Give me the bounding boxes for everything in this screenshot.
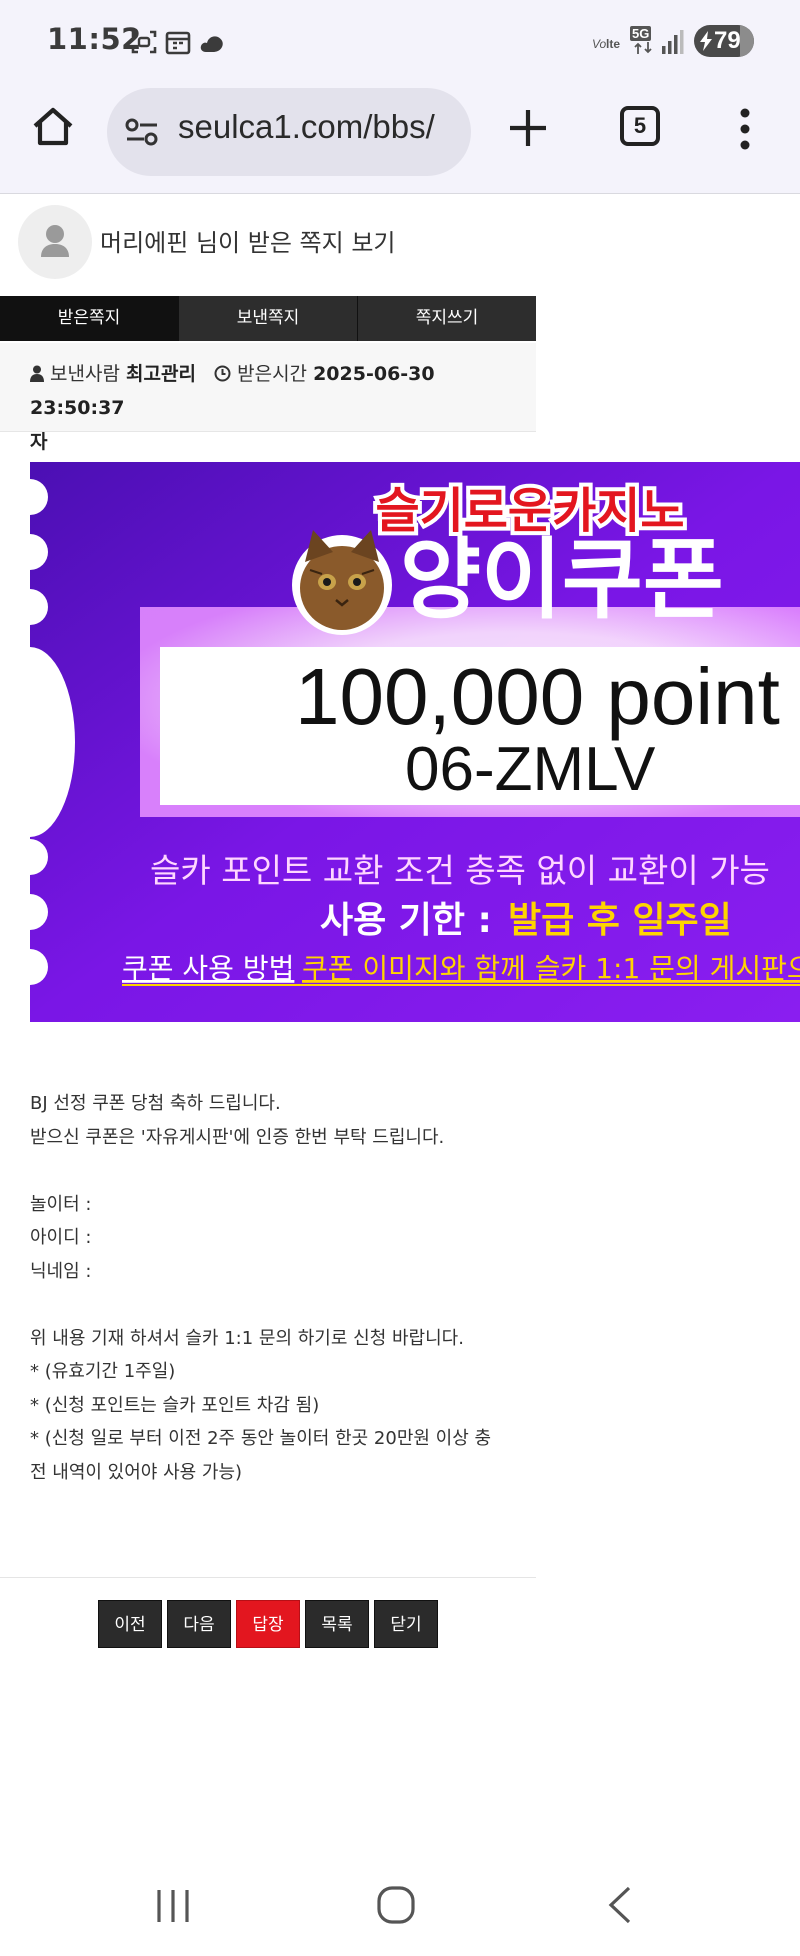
coupon-expiry-value: 발급 후 일주일 [508,900,732,941]
network-type: 5G [630,26,654,56]
volte-label: Vo [592,37,607,51]
battery-level: 79 [714,27,741,54]
sender-label: 보낸사람 [50,363,120,385]
signal-icon [662,30,684,54]
avatar [18,205,92,279]
home-icon[interactable] [30,104,76,150]
coupon-usage-label: 쿠폰 사용 방법 [122,952,294,985]
message-line: 받으신 쿠폰은 '자유게시판'에 인증 한번 부탁 드립니다. [30,1126,445,1148]
user-avatar-icon [41,225,69,257]
coupon-code: 06-ZMLV [405,735,656,804]
site-settings-icon[interactable] [125,118,159,146]
tab-switcher-icon[interactable]: 5 [620,106,660,146]
battery-charging-icon: 79 [694,25,754,57]
recent-apps-icon[interactable] [153,1886,193,1926]
message-line: BJ 선정 쿠폰 당첨 축하 드립니다. [30,1093,281,1114]
message-line: 닉네임 : [30,1260,92,1282]
status-bar: 11:52 Vo lte 5G 79 [0,0,800,84]
browser-toolbar: seulca1.com/bbs/ 5 [0,84,800,194]
message-line: 전 내역이 있어야 사용 가능) [30,1461,243,1483]
coupon-usage-value: 쿠폰 이미지와 함께 슬카 1:1 문의 게시판으로 [302,952,800,985]
message-line: 놀이터 : [30,1193,92,1215]
coupon-expiry-label: 사용 기한 : [320,900,492,941]
next-button[interactable]: 다음 [167,1600,231,1648]
message-line: 아이디 : [30,1227,92,1248]
more-menu-icon[interactable] [735,104,755,154]
message-line: * (신청 포인트는 슬카 포인트 차감 됨) [30,1394,320,1416]
tab-received[interactable]: 받은쪽지 [0,296,179,341]
volte-icon: Vo lte [592,37,620,51]
page-title: 머리에핀 님이 받은 쪽지 보기 [100,229,396,257]
back-chevron-icon[interactable] [605,1884,635,1926]
address-bar[interactable]: seulca1.com/bbs/ [107,88,471,176]
memo-meta: 보낸사람 최고관리 받은시간 2025-06-30 23:50:37 자 [0,343,536,453]
coupon-line1: 슬카 포인트 교환 조건 충족 없이 교환이 가능 [150,851,770,890]
action-buttons: 이전 다음 답장 목록 닫기 [98,1600,438,1648]
svg-text:lte: lte [606,37,620,51]
message-line: * (유효기간 1주일) [30,1361,176,1382]
weather-icon [200,36,223,52]
tab-write[interactable]: 쪽지쓰기 [358,296,536,341]
message-line: * (신청 일로 부터 이전 2주 동안 놀이터 한곳 20만원 이상 충 [30,1428,492,1449]
sender-name: 최고관리 [126,363,196,385]
coupon-name: 양이쿠폰 [400,528,724,631]
received-time-label: 받은시간 [237,363,308,385]
screenshot-icon [131,30,157,54]
tab-sent[interactable]: 보낸쪽지 [179,296,358,341]
new-tab-plus-icon[interactable] [506,106,550,150]
coupon-image: 슬기로운카지노 양이쿠폰 100,000 point 06-ZMLV 슬카 포인… [30,462,800,1022]
calendar-icon [165,31,191,55]
page-header: 머리에핀 님이 받은 쪽지 보기 [0,195,536,285]
reply-button[interactable]: 답장 [236,1600,300,1648]
prev-button[interactable]: 이전 [98,1600,162,1648]
home-circle-icon[interactable] [375,1884,417,1926]
coupon-amount: 100,000 point [295,652,780,741]
message-line [30,1154,510,1188]
data-arrows-icon [634,42,652,54]
memo-tabs: 받은쪽지 보낸쪽지 쪽지쓰기 [0,296,536,341]
message-body: BJ 선정 쿠폰 당첨 축하 드립니다. 받으신 쿠폰은 '자유게시판'에 인증… [30,1087,510,1489]
divider [0,1577,536,1578]
close-button[interactable]: 닫기 [374,1600,438,1648]
message-line [30,1288,510,1322]
url-text[interactable]: seulca1.com/bbs/ [178,108,435,146]
android-nav-bar [0,1856,800,1956]
clock-icon [214,365,231,382]
list-button[interactable]: 목록 [305,1600,369,1648]
message-line: 위 내용 기재 하셔서 슬카 1:1 문의 하기로 신청 바랍니다. [30,1327,464,1349]
network-label: 5G [630,26,652,41]
received-time-suffix: 자 [30,431,48,453]
status-time: 11:52 [47,22,142,56]
user-icon [30,365,44,382]
